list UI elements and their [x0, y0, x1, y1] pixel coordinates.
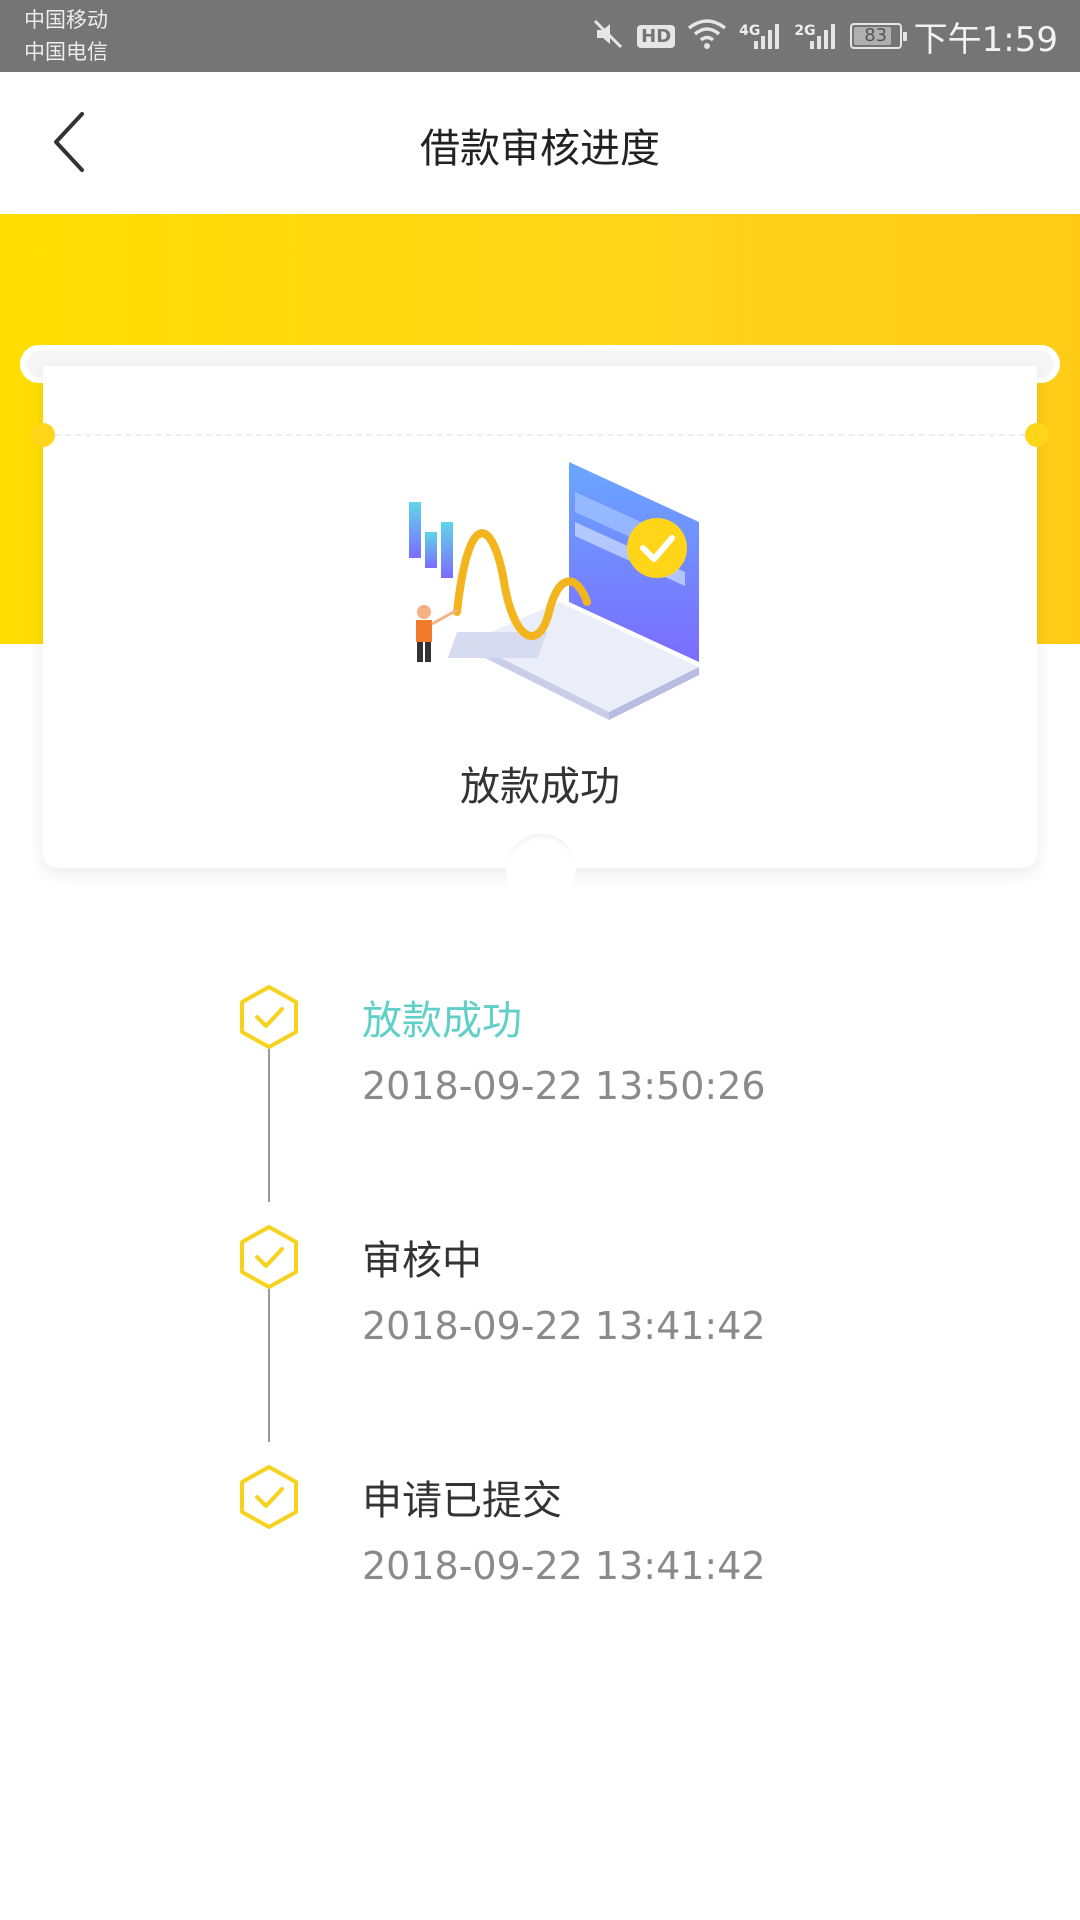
- loan-success-illustration: [409, 462, 699, 720]
- timeline-label: 放款成功: [362, 998, 522, 1044]
- mute-icon: [591, 17, 625, 55]
- card-notch-left: [31, 423, 55, 447]
- nav-bar: 借款审核进度: [0, 72, 1080, 214]
- hexagon-check-icon: [240, 985, 298, 1049]
- battery-level: 83: [864, 25, 888, 46]
- signal-4g-icon: 4G: [739, 21, 782, 51]
- wifi-icon: [687, 18, 727, 54]
- card-notch-right: [1025, 423, 1049, 447]
- page-title: 借款审核进度: [420, 126, 660, 172]
- status-icons: HD 4G 2G 83 下午1:59: [591, 0, 1058, 72]
- timeline-label: 审核中: [362, 1238, 482, 1284]
- status-bar: 中国移动 中国电信 HD 4G 2G 83 下午1:59: [0, 0, 1080, 72]
- carrier-2: 中国电信: [24, 40, 108, 64]
- battery-icon: 83: [849, 23, 907, 49]
- carrier-1: 中国移动: [24, 8, 108, 32]
- hexagon-check-icon: [240, 1225, 298, 1289]
- signal-2g-icon: 2G: [794, 21, 837, 51]
- timeline-time: 2018-09-22 13:41:42: [362, 1304, 766, 1348]
- card-divider: [55, 434, 1025, 436]
- status-card: 放款成功: [31, 366, 1049, 904]
- timeline-time: 2018-09-22 13:41:42: [362, 1544, 766, 1588]
- card-bottom-notch: [506, 834, 576, 904]
- loan-status-title: 放款成功: [460, 764, 620, 810]
- clock: 下午1:59: [913, 19, 1058, 60]
- timeline-label: 申请已提交: [362, 1478, 562, 1524]
- hd-icon: HD: [637, 24, 676, 48]
- hexagon-check-icon: [240, 1465, 298, 1529]
- timeline-time: 2018-09-22 13:50:26: [362, 1064, 766, 1108]
